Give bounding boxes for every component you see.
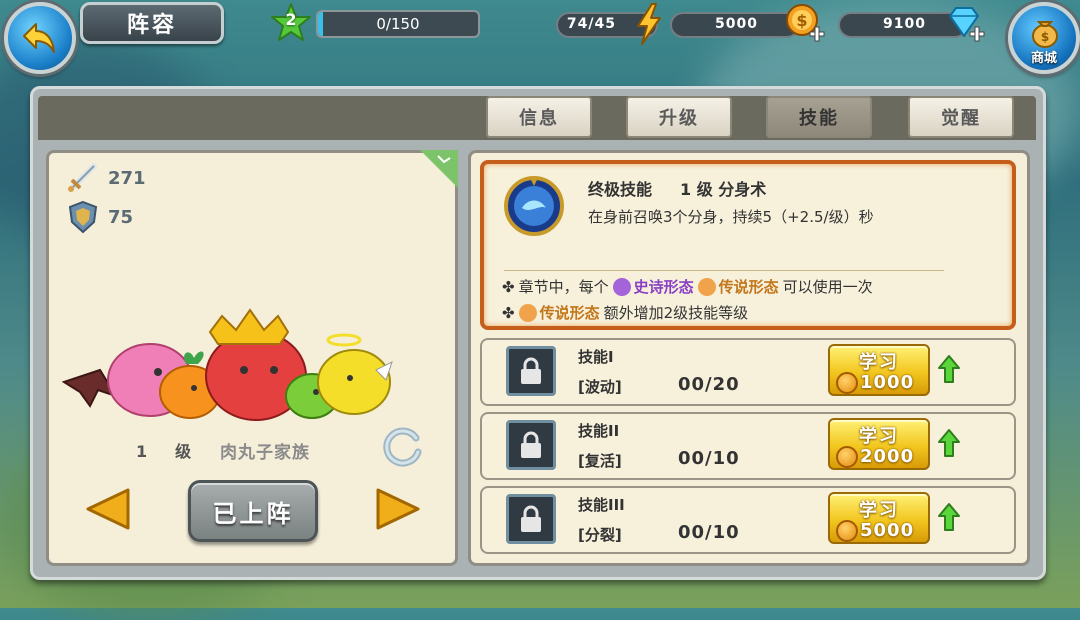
attack-stat: 271 bbox=[66, 162, 146, 194]
ultimate-type: 终极技能 bbox=[588, 180, 653, 199]
ultimate-skill-icon bbox=[504, 176, 564, 236]
svg-text:$: $ bbox=[1041, 30, 1049, 44]
skill-row: 技能I [波动] 00/20 学习 1000 bbox=[480, 338, 1016, 406]
tab-info[interactable]: 信息 bbox=[486, 96, 592, 138]
refresh-icon[interactable] bbox=[380, 424, 424, 468]
coin-icon bbox=[836, 520, 858, 542]
note1-suffix: 可以使用一次 bbox=[782, 278, 873, 296]
diamond-plus-icon bbox=[949, 7, 985, 42]
gold-coin-plus-icon: $ bbox=[786, 4, 825, 42]
legend-form-tag: 传说形态 bbox=[697, 276, 779, 297]
legend-form-icon bbox=[518, 303, 537, 322]
shield-icon bbox=[68, 200, 98, 234]
defense-stat: 75 bbox=[66, 200, 133, 234]
learn-label: 学习 bbox=[859, 352, 899, 373]
xp-text: 0/150 bbox=[376, 15, 420, 33]
character-level-value: 1 bbox=[136, 442, 152, 461]
epic-form-icon bbox=[612, 277, 631, 296]
add-gem-button[interactable] bbox=[944, 2, 988, 50]
skill-lock bbox=[506, 494, 556, 544]
deployed-button[interactable]: 已上阵 bbox=[188, 480, 318, 542]
player-level: 2 bbox=[285, 10, 297, 29]
skill-progress: 00/10 bbox=[678, 522, 740, 543]
character-level-word: 级 bbox=[175, 442, 196, 461]
lock-icon bbox=[521, 505, 541, 532]
defense-value: 75 bbox=[108, 206, 134, 228]
tab-skills[interactable]: 技能 bbox=[766, 96, 872, 138]
prev-character-button[interactable] bbox=[84, 486, 132, 532]
skill-progress: 00/10 bbox=[678, 448, 740, 469]
lock-icon bbox=[521, 357, 541, 384]
skill-effect: [波动] bbox=[578, 378, 622, 396]
character-name: 肉丸子家族 bbox=[220, 443, 310, 463]
learn-cost: 1000 bbox=[860, 372, 915, 393]
sword-icon bbox=[68, 163, 97, 192]
skill-name: 技能II bbox=[578, 422, 620, 440]
page-title: 阵容 bbox=[80, 2, 224, 44]
svg-text:$: $ bbox=[796, 11, 807, 30]
skill-effect: [复活] bbox=[578, 452, 622, 470]
skill-effect: [分裂] bbox=[578, 526, 622, 544]
character-art bbox=[61, 308, 393, 421]
gem-value: 9100 bbox=[883, 16, 926, 32]
sparkle-icon: ✤ bbox=[502, 277, 515, 296]
ultimate-description: 在身前召唤3个分身，持续5（+2.5/级）秒 bbox=[588, 208, 874, 226]
xp-bar: 0/150 bbox=[316, 10, 480, 38]
sparkle-icon: ✤ bbox=[502, 303, 515, 322]
energy-value: 74/45 bbox=[566, 16, 616, 32]
character-level: 1级 bbox=[136, 438, 195, 462]
money-bag-icon: $ bbox=[1032, 21, 1058, 48]
upgrade-arrow-icon bbox=[938, 503, 960, 531]
note2-suffix: 额外增加2级技能等级 bbox=[603, 304, 749, 322]
coin-icon bbox=[836, 446, 858, 468]
attack-value: 271 bbox=[108, 167, 146, 189]
lock-icon bbox=[521, 431, 541, 458]
skill-row: 技能II [复活] 00/10 学习 2000 bbox=[480, 412, 1016, 480]
tab-upgrade[interactable]: 升级 bbox=[626, 96, 732, 138]
skill-lock bbox=[506, 420, 556, 470]
divider bbox=[504, 270, 944, 271]
ultimate-note-1: ✤ 章节中，每个 史诗形态 传说形态 可以使用一次 bbox=[502, 276, 873, 297]
next-character-button[interactable] bbox=[374, 486, 422, 532]
ultimate-level: 1 级 分身术 bbox=[680, 180, 767, 199]
learn-button[interactable]: 学习 1000 bbox=[828, 344, 930, 396]
learn-label: 学习 bbox=[859, 426, 899, 447]
learn-cost: 5000 bbox=[860, 520, 915, 541]
legend-form-tag: 传说形态 bbox=[518, 302, 600, 323]
gold-counter: 5000 bbox=[670, 12, 800, 38]
legend-form-icon bbox=[697, 277, 716, 296]
skill-name: 技能I bbox=[578, 348, 614, 366]
corner-badge-icon bbox=[420, 150, 458, 188]
skill-name: 技能III bbox=[578, 496, 625, 514]
skill-lock bbox=[506, 346, 556, 396]
coin-icon bbox=[836, 372, 858, 394]
gold-value: 5000 bbox=[715, 16, 758, 32]
learn-button[interactable]: 学习 2000 bbox=[828, 418, 930, 470]
shop-label: 商城 bbox=[1030, 51, 1057, 66]
back-button[interactable] bbox=[4, 2, 76, 74]
upgrade-arrow-icon bbox=[938, 355, 960, 383]
add-gold-button[interactable]: $ bbox=[784, 2, 828, 50]
epic-form-tag: 史诗形态 bbox=[612, 276, 694, 297]
tab-awaken[interactable]: 觉醒 bbox=[908, 96, 1014, 138]
learn-cost: 2000 bbox=[860, 446, 915, 467]
skill-progress: 00/20 bbox=[678, 374, 740, 395]
shop-button[interactable]: $ 商城 bbox=[1008, 2, 1080, 74]
upgrade-arrow-icon bbox=[938, 429, 960, 457]
ultimate-title: 终极技能 1 级 分身术 bbox=[588, 176, 766, 200]
back-arrow-icon bbox=[23, 23, 55, 53]
ultimate-note-2: ✤ 传说形态 额外增加2级技能等级 bbox=[502, 302, 748, 323]
note1-prefix: 章节中，每个 bbox=[518, 278, 609, 296]
skill-row: 技能III [分裂] 00/10 学习 5000 bbox=[480, 486, 1016, 554]
learn-label: 学习 bbox=[859, 500, 899, 521]
lightning-icon bbox=[637, 3, 661, 45]
learn-button[interactable]: 学习 5000 bbox=[828, 492, 930, 544]
